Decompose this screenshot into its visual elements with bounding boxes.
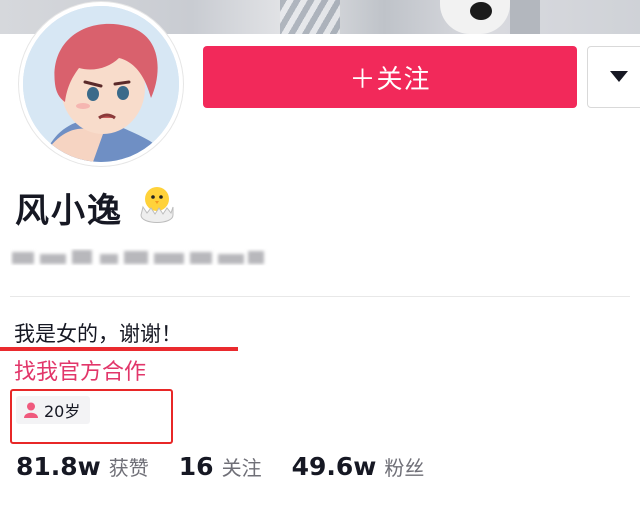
stat-following[interactable]: 16 关注 [179, 452, 262, 481]
more-options-button[interactable] [587, 46, 640, 108]
annotation-box [10, 389, 173, 444]
stat-followers-label: 粉丝 [384, 456, 425, 480]
follow-button-label: ＋关注 [349, 64, 431, 95]
profile-bio: 我是女的，谢谢！ [14, 322, 182, 346]
stat-likes-value: 81.8w [16, 452, 101, 481]
blurred-user-id [12, 250, 264, 264]
stat-followers[interactable]: 49.6w 粉丝 [292, 452, 425, 481]
stat-likes[interactable]: 81.8w 获赞 [16, 452, 149, 481]
section-divider [10, 296, 630, 297]
profile-name: 风小逸 [15, 191, 123, 231]
avatar[interactable] [19, 2, 183, 166]
annotation-underline [0, 347, 238, 351]
stat-following-label: 关注 [221, 456, 262, 480]
stat-likes-label: 获赞 [108, 456, 149, 480]
business-cooperation-link[interactable]: 找我官方合作 [14, 354, 146, 386]
hatching-chick-icon [140, 187, 174, 223]
avatar-illustration [23, 6, 179, 162]
profile-stats: 81.8w 获赞 16 关注 49.6w 粉丝 [16, 452, 454, 481]
stat-following-value: 16 [178, 452, 214, 481]
follow-button[interactable]: ＋关注 [203, 46, 577, 108]
stat-followers-value: 49.6w [291, 452, 377, 481]
triangle-down-icon [610, 71, 628, 82]
